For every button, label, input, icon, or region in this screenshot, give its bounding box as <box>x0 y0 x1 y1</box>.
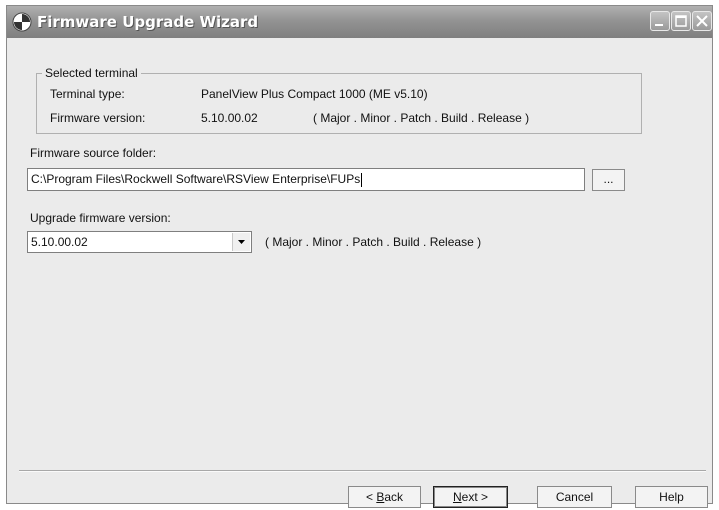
upgrade-version-label: Upgrade firmware version: <box>30 211 171 225</box>
group-legend: Selected terminal <box>42 66 141 80</box>
browse-button[interactable]: ... <box>592 169 625 191</box>
selected-terminal-group: Selected terminal Terminal type: PanelVi… <box>36 66 642 134</box>
app-icon <box>12 12 32 32</box>
firmware-version-label: Firmware version: <box>50 111 146 125</box>
back-suffix: ack <box>384 490 404 504</box>
terminal-type-value: PanelView Plus Compact 1000 (ME v5.10) <box>201 87 428 101</box>
firmware-version-value: 5.10.00.02 <box>201 111 258 125</box>
next-suffix: ext > <box>461 490 489 504</box>
back-button[interactable]: < Back <box>348 486 421 508</box>
upgrade-version-select[interactable]: 5.10.00.02 <box>27 231 252 253</box>
source-folder-text: C:\Program Files\Rockwell Software\RSVie… <box>31 172 361 186</box>
upgrade-version-selected: 5.10.00.02 <box>31 235 88 249</box>
maximize-icon <box>675 15 687 27</box>
chevron-down-icon <box>238 240 245 244</box>
close-button[interactable] <box>692 11 712 31</box>
button-separator <box>19 470 706 472</box>
firmware-version-format: ( Major . Minor . Patch . Build . Releas… <box>313 111 530 125</box>
wizard-content: Selected terminal Terminal type: PanelVi… <box>7 38 712 508</box>
cancel-button[interactable]: Cancel <box>537 486 612 508</box>
terminal-type-label: Terminal type: <box>50 87 125 101</box>
source-folder-label: Firmware source folder: <box>30 146 157 160</box>
close-icon <box>696 15 708 27</box>
minimize-button[interactable] <box>650 11 670 31</box>
source-folder-input[interactable]: C:\Program Files\Rockwell Software\RSVie… <box>27 168 585 191</box>
maximize-button[interactable] <box>671 11 691 31</box>
minimize-icon <box>655 24 663 26</box>
back-prefix: < <box>365 490 377 504</box>
next-accelerator: N <box>452 490 462 504</box>
dropdown-button[interactable] <box>232 233 250 251</box>
title-bar: Firmware Upgrade Wizard <box>7 6 712 38</box>
text-caret <box>361 172 363 187</box>
upgrade-version-format: ( Major . Minor . Patch . Build . Releas… <box>265 235 482 249</box>
window-title: Firmware Upgrade Wizard <box>37 13 259 31</box>
wizard-window: Firmware Upgrade Wizard Selected termina… <box>6 5 713 508</box>
help-button[interactable]: Help <box>635 486 708 508</box>
next-button[interactable]: Next > <box>433 486 508 508</box>
